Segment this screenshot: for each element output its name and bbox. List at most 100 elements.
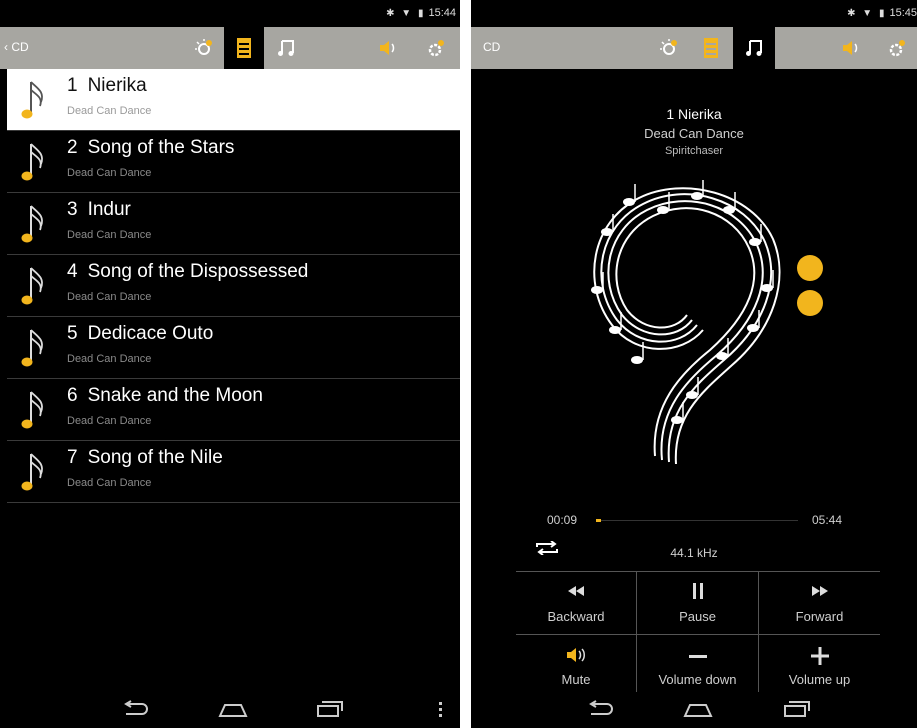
volume-button[interactable] — [368, 27, 408, 69]
music-note-icon — [21, 143, 43, 181]
status-time: 15:45 — [889, 7, 917, 19]
track-title: 4 Song of the Dispossessed — [67, 261, 309, 282]
track-list-tab[interactable] — [691, 27, 731, 69]
top-toolbar: ‹ CD — [0, 27, 460, 69]
settings-sun-icon — [195, 39, 212, 55]
home-icon[interactable] — [683, 700, 713, 718]
track-title: 6 Snake and the Moon — [67, 385, 263, 406]
track-title: 2 Song of the Stars — [67, 137, 235, 158]
sound-settings-button[interactable] — [184, 27, 224, 69]
system-nav-bar — [471, 692, 917, 728]
elapsed-time: 00:09 — [547, 513, 578, 527]
now-playing-screen: ✱ ▼ ▮ 15:45 CD 1 Nierika Dead Can Dance S… — [471, 0, 917, 728]
music-note-icon — [21, 391, 43, 429]
track-artist: Dead Can Dance — [67, 353, 152, 365]
mute-button[interactable]: Mute — [516, 635, 637, 698]
progress-fill — [596, 519, 601, 522]
track-item[interactable]: 4 Song of the Dispossessed Dead Can Dance — [7, 255, 460, 317]
playback-controls: Backward Pause Forward Mute Volume down … — [516, 571, 880, 698]
music-note-icon — [21, 329, 43, 367]
system-nav-bar — [0, 692, 460, 728]
track-artist: Dead Can Dance — [67, 167, 152, 179]
status-bar: ✱ ▼ ▮ 15:45 — [471, 0, 917, 27]
volume-down-label: Volume down — [658, 672, 737, 687]
music-note-icon — [21, 81, 43, 119]
pause-label: Pause — [679, 609, 716, 624]
music-note-icon — [21, 267, 43, 305]
track-item[interactable]: 7 Song of the Nile Dead Can Dance — [7, 441, 460, 503]
settings-button[interactable] — [877, 27, 917, 69]
list-icon — [704, 38, 718, 58]
track-title: 3 Indur — [67, 199, 131, 220]
now-playing-album: Spiritchaser — [664, 145, 724, 157]
list-icon — [237, 38, 251, 58]
speaker-icon — [567, 648, 585, 662]
status-icons: ✱ ▼ ▮ — [847, 8, 887, 19]
forward-label: Forward — [795, 609, 844, 624]
minus-icon — [688, 655, 707, 658]
sample-rate: 44.1 kHz — [670, 546, 718, 560]
back-to-cd-button[interactable]: ‹ CD — [4, 40, 29, 54]
track-artist: Dead Can Dance — [67, 105, 152, 117]
rewind-icon — [568, 586, 584, 596]
now-playing-tab[interactable] — [733, 27, 775, 69]
speaker-icon — [380, 41, 395, 55]
clef-dot-upper — [797, 255, 823, 281]
track-title: 5 Dedicace Outo — [67, 323, 214, 344]
track-list: 1 Nierika Dead Can Dance 2 Song of the Sta… — [7, 69, 460, 503]
track-artist: Dead Can Dance — [67, 229, 152, 241]
music-note-icon — [746, 40, 762, 56]
track-artist: Dead Can Dance — [67, 291, 152, 303]
plus-icon — [810, 647, 829, 665]
pause-button[interactable]: Pause — [637, 572, 759, 635]
track-artist: Dead Can Dance — [67, 415, 152, 427]
track-item[interactable]: 6 Snake and the Moon Dead Can Dance — [7, 379, 460, 441]
track-item[interactable]: 3 Indur Dead Can Dance — [7, 193, 460, 255]
speaker-icon — [843, 41, 858, 55]
track-list-screen: ✱ ▼ ▮ 15:44 ‹ CD 1 Nierika Dead Can Dance … — [0, 0, 460, 728]
back-icon[interactable] — [122, 700, 150, 718]
backward-button[interactable]: Backward — [516, 572, 637, 635]
clef-dot-lower — [797, 290, 823, 316]
gear-icon — [428, 40, 444, 57]
track-item[interactable]: 1 Nierika Dead Can Dance — [7, 69, 460, 131]
fast-forward-icon — [811, 586, 828, 596]
now-playing-artist: Dead Can Dance — [644, 126, 744, 141]
volume-up-label: Volume up — [788, 672, 851, 687]
source-label: CD — [483, 40, 501, 54]
track-title: 1 Nierika — [67, 75, 147, 96]
menu-icon[interactable] — [439, 702, 442, 720]
music-note-icon — [21, 205, 43, 243]
total-time: 05:44 — [812, 513, 843, 527]
volume-button[interactable] — [831, 27, 871, 69]
track-artist: Dead Can Dance — [67, 477, 152, 489]
backward-label: Backward — [547, 609, 605, 624]
mute-label: Mute — [561, 672, 591, 687]
now-playing-tab[interactable] — [266, 27, 306, 69]
music-note-icon — [278, 40, 294, 56]
forward-button[interactable]: Forward — [759, 572, 880, 635]
track-item[interactable]: 5 Dedicace Outo Dead Can Dance — [7, 317, 460, 379]
bass-clef-artwork — [591, 180, 823, 465]
status-time: 15:44 — [428, 7, 456, 19]
track-title: 7 Song of the Nile — [67, 447, 223, 468]
status-bar: ✱ ▼ ▮ 15:44 — [0, 0, 460, 27]
track-item[interactable]: 2 Song of the Stars Dead Can Dance — [7, 131, 460, 193]
top-toolbar: CD — [471, 27, 917, 69]
track-list-tab[interactable] — [224, 27, 264, 69]
status-icons: ✱ ▼ ▮ — [386, 8, 426, 19]
settings-sun-icon — [660, 39, 677, 55]
back-icon[interactable] — [587, 700, 615, 718]
home-icon[interactable] — [218, 700, 248, 718]
progress-bar[interactable] — [596, 519, 798, 522]
volume-down-button[interactable]: Volume down — [637, 635, 759, 698]
now-playing-title: 1 Nierika — [666, 106, 722, 122]
pause-icon — [692, 583, 703, 599]
music-note-icon — [21, 453, 43, 491]
recents-icon[interactable] — [783, 700, 811, 718]
settings-button[interactable] — [416, 27, 456, 69]
volume-up-button[interactable]: Volume up — [759, 635, 880, 698]
recents-icon[interactable] — [316, 700, 344, 718]
back-label: CD — [11, 40, 29, 54]
sound-settings-button[interactable] — [649, 27, 689, 69]
